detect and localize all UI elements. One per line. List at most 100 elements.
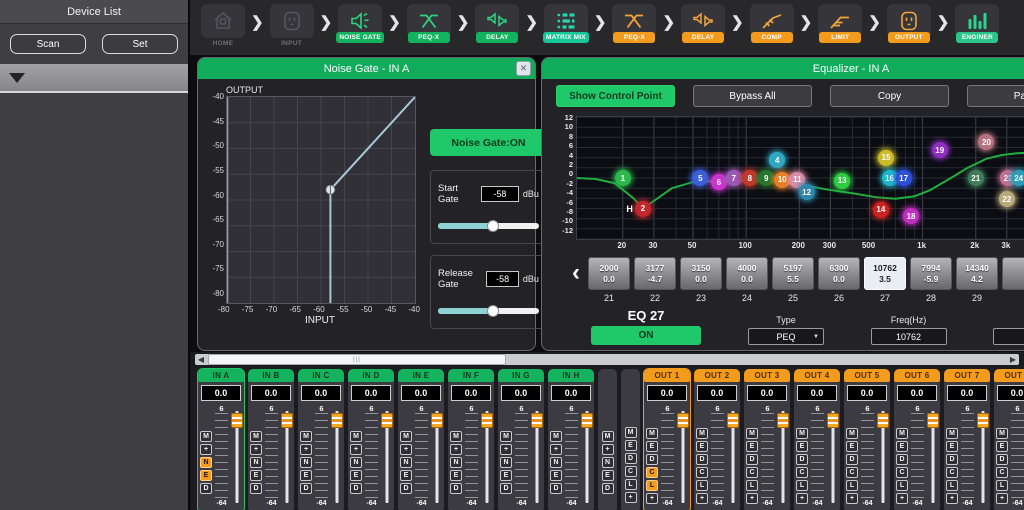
strip-button-m[interactable]: M xyxy=(646,428,658,439)
toolbar-item-enginer[interactable]: ENGINER xyxy=(950,4,1004,43)
strip-button-e[interactable]: E xyxy=(602,470,614,481)
start-gate-slider[interactable] xyxy=(438,223,539,229)
fader-handle[interactable] xyxy=(727,413,739,428)
device-dropdown[interactable] xyxy=(0,64,188,93)
strip-button-d[interactable]: D xyxy=(300,483,312,494)
strip-button-+[interactable]: + xyxy=(696,493,708,504)
strip-button-c[interactable]: C xyxy=(796,467,808,478)
fader-handle[interactable] xyxy=(531,413,543,428)
eq-control-point-7[interactable]: 7 xyxy=(726,170,742,186)
strip-button-d[interactable]: D xyxy=(846,454,858,465)
strip-button-m[interactable]: M xyxy=(550,431,562,442)
fader-handle[interactable] xyxy=(381,413,393,428)
fader-handle[interactable] xyxy=(977,413,989,428)
strip-button-+[interactable]: + xyxy=(646,493,658,504)
master-strip-2[interactable]: MEDCL+ xyxy=(621,369,640,510)
gain-value[interactable]: 0.0 xyxy=(897,385,937,401)
toolbar-item-noise-gate[interactable]: NOISE GATE xyxy=(333,4,387,43)
channel-strip-out-3[interactable]: OUT 30.0MEDCL+6-64 xyxy=(744,369,790,510)
eq-control-point-22[interactable]: 22 xyxy=(999,191,1015,207)
strip-button-c[interactable]: C xyxy=(696,467,708,478)
toolbar-item-limit[interactable]: LIMIT xyxy=(813,4,867,43)
strip-button-n[interactable]: N xyxy=(550,457,562,468)
strip-button-+[interactable]: + xyxy=(300,444,312,455)
strip-button-d[interactable]: D xyxy=(500,483,512,494)
strip-button-m[interactable]: M xyxy=(746,428,758,439)
strip-button-+[interactable]: + xyxy=(550,444,562,455)
strip-button-c[interactable]: C xyxy=(946,467,958,478)
strip-button-n[interactable]: N xyxy=(602,457,614,468)
toolbar-item-matrix-mix[interactable]: MATRIX MIX xyxy=(539,4,593,43)
strip-button-+[interactable]: + xyxy=(400,444,412,455)
strip-button-+[interactable]: + xyxy=(625,492,637,503)
close-icon[interactable]: ✕ xyxy=(516,61,531,76)
strip-button-n[interactable]: N xyxy=(250,457,262,468)
strip-button-+[interactable]: + xyxy=(896,493,908,504)
eq-band-28[interactable]: 7994-5.928 xyxy=(910,257,952,303)
eq-control-point-1[interactable]: 1 xyxy=(615,170,631,186)
strip-button-e[interactable]: E xyxy=(450,470,462,481)
strip-button-c[interactable]: C xyxy=(996,467,1008,478)
gain-value[interactable]: 0.0 xyxy=(847,385,887,401)
gain-value[interactable]: 0.0 xyxy=(997,385,1024,401)
strip-button-n[interactable]: N xyxy=(450,457,462,468)
scroll-right-icon[interactable]: ▶ xyxy=(1007,354,1019,365)
slider-thumb[interactable] xyxy=(487,220,499,232)
strip-button-l[interactable]: L xyxy=(646,480,658,491)
eq-control-point-20[interactable]: 20 xyxy=(978,134,994,150)
eq-band-22[interactable]: 3177-4.722 xyxy=(634,257,676,303)
strip-button-m[interactable]: M xyxy=(946,428,958,439)
strip-button-e[interactable]: E xyxy=(746,441,758,452)
strip-button-d[interactable]: D xyxy=(450,483,462,494)
noise-gate-graph[interactable]: OUTPUT -40-45-50-55-60-65-70-75-80 -80-7… xyxy=(206,85,420,340)
channel-strip-in-a[interactable]: IN A0.0M+NED6-64 xyxy=(198,369,244,510)
eq-control-point-5[interactable]: 5 xyxy=(692,170,708,186)
strip-button-e[interactable]: E xyxy=(200,470,212,481)
gain-value[interactable]: 0.0 xyxy=(301,385,341,401)
strip-button-m[interactable]: M xyxy=(300,431,312,442)
strip-button-d[interactable]: D xyxy=(550,483,562,494)
gain-value[interactable]: 0.0 xyxy=(797,385,837,401)
strip-button-m[interactable]: M xyxy=(350,431,362,442)
strip-button-l[interactable]: L xyxy=(896,480,908,491)
eq-control-point-15[interactable]: 15 xyxy=(878,150,894,166)
strip-button-m[interactable]: M xyxy=(696,428,708,439)
strip-button-+[interactable]: + xyxy=(846,493,858,504)
strip-button-e[interactable]: E xyxy=(400,470,412,481)
strip-button-l[interactable]: L xyxy=(696,480,708,491)
eq-control-point-14[interactable]: 14 xyxy=(873,202,889,218)
strip-button-e[interactable]: E xyxy=(625,440,637,451)
freq-input[interactable]: 10762 xyxy=(871,328,947,345)
slider-thumb[interactable] xyxy=(487,305,499,317)
fader-handle[interactable] xyxy=(927,413,939,428)
eq-control-point-2[interactable]: 2 xyxy=(635,201,651,217)
toolbar-item-delay[interactable]: DELAY xyxy=(470,4,524,43)
eq-band-25[interactable]: 51975.525 xyxy=(772,257,814,303)
fader-handle[interactable] xyxy=(827,413,839,428)
strip-button-d[interactable]: D xyxy=(646,454,658,465)
eq-control-point-8[interactable]: 8 xyxy=(742,170,758,186)
strip-button-d[interactable]: D xyxy=(625,453,637,464)
eq-control-point-10[interactable]: 10 xyxy=(774,172,790,188)
fader-handle[interactable] xyxy=(431,413,443,428)
strip-button-e[interactable]: E xyxy=(350,470,362,481)
strip-button-l[interactable]: L xyxy=(746,480,758,491)
strip-button-d[interactable]: D xyxy=(946,454,958,465)
strip-button-+[interactable]: + xyxy=(500,444,512,455)
eq-response-graph[interactable]: 121086420-2-4-6-8-10-12 12H4567891011121… xyxy=(542,112,1024,252)
channel-strip-in-e[interactable]: IN E0.0M+NED6-64 xyxy=(398,369,444,510)
eq-control-point-12[interactable]: 12 xyxy=(799,184,815,200)
gain-value[interactable]: 0.0 xyxy=(451,385,491,401)
strip-button-m[interactable]: M xyxy=(500,431,512,442)
strip-button-n[interactable]: N xyxy=(500,457,512,468)
eq-control-point-21[interactable]: 21 xyxy=(968,170,984,186)
gain-value[interactable]: 0.0 xyxy=(697,385,737,401)
strip-button-d[interactable]: D xyxy=(796,454,808,465)
strip-button-l[interactable]: L xyxy=(796,480,808,491)
strip-button-c[interactable]: C xyxy=(625,466,637,477)
eq-band-26[interactable]: 63000.026 xyxy=(818,257,860,303)
eq-band-partial[interactable] xyxy=(1002,257,1024,290)
set-button[interactable]: Set xyxy=(102,34,178,54)
eq-control-point-6[interactable]: 6 xyxy=(711,174,727,190)
gain-value[interactable]: 0.0 xyxy=(201,385,241,401)
